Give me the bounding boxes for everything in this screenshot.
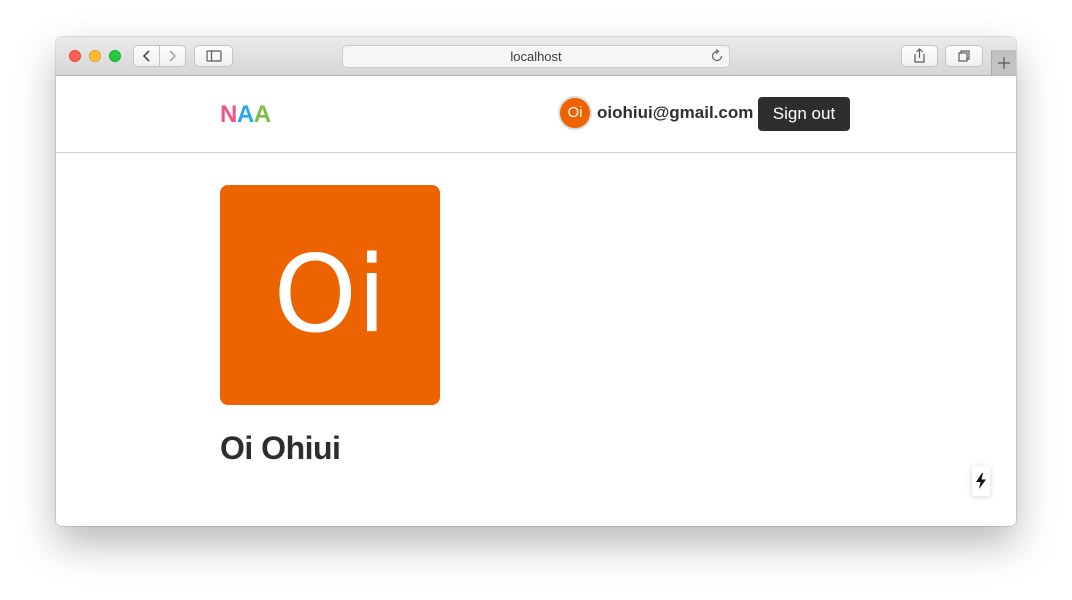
web-page: NAA Oi oiohiui@gmail.com Sign out Oi Oi …	[56, 76, 1016, 526]
profile-avatar: Oi	[220, 185, 440, 405]
profile-name: Oi Ohiui	[220, 430, 341, 466]
logo-letter-n: N	[220, 101, 237, 128]
user-email: oiohiui@gmail.com	[597, 103, 754, 122]
browser-toolbar: localhost	[56, 37, 1016, 76]
share-button[interactable]	[901, 45, 938, 67]
minimize-window-button[interactable]	[89, 50, 101, 62]
address-bar[interactable]: localhost	[342, 45, 730, 68]
share-icon	[914, 48, 925, 63]
maximize-window-button[interactable]	[109, 50, 121, 62]
logo-letter-a: A	[236, 101, 254, 128]
sidebar-icon	[206, 50, 222, 62]
new-tab-button[interactable]	[991, 50, 1016, 75]
floating-action-button[interactable]	[972, 466, 990, 496]
show-tabs-button[interactable]	[945, 45, 983, 67]
lightning-bolt-icon	[976, 473, 986, 489]
reload-icon[interactable]	[710, 49, 724, 63]
close-window-button[interactable]	[69, 50, 81, 62]
chevron-right-icon	[169, 50, 177, 62]
plus-icon	[998, 57, 1010, 69]
tabs-icon	[958, 50, 970, 62]
forward-button[interactable]	[160, 46, 185, 66]
url-text: localhost	[510, 49, 562, 64]
back-button[interactable]	[134, 46, 159, 66]
chevron-left-icon	[142, 50, 150, 62]
site-logo[interactable]: NAA	[220, 101, 271, 129]
user-avatar[interactable]: Oi	[558, 96, 592, 130]
sidebar-toggle-button[interactable]	[194, 45, 233, 67]
browser-window: localhost NAA Oi oiohiui@gmail.com Sign …	[56, 37, 1016, 526]
site-header: NAA Oi oiohiui@gmail.com Sign out	[56, 76, 1016, 153]
navigation-buttons	[133, 45, 186, 67]
logo-letter-a-second: A	[253, 101, 271, 128]
sign-out-button[interactable]: Sign out	[758, 97, 850, 131]
